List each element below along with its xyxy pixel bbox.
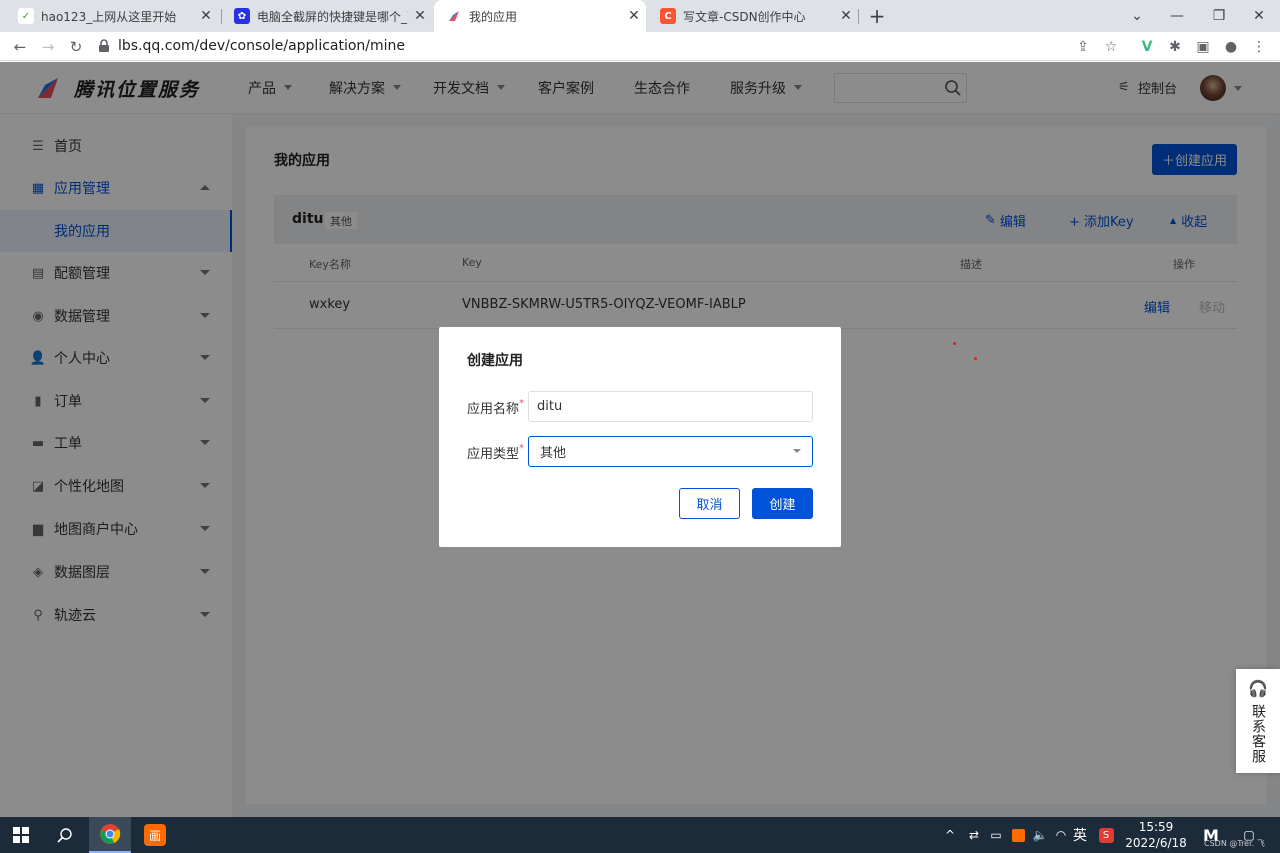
clock[interactable]: 15:59 2022/6/18 bbox=[1124, 819, 1188, 851]
baidu-favicon-icon: ✿ bbox=[234, 8, 250, 24]
app-type-label: 应用类型* bbox=[467, 443, 525, 462]
tray-app-icon[interactable] bbox=[1008, 817, 1028, 853]
csdn-favicon-icon: C bbox=[660, 8, 676, 24]
url-field[interactable]: lbs.qq.com/dev/console/application/mine bbox=[118, 34, 1158, 58]
new-tab-button[interactable]: + bbox=[860, 0, 894, 32]
red-dot-marker bbox=[953, 342, 956, 345]
red-dot-marker bbox=[974, 357, 977, 360]
close-tab-icon[interactable]: ✕ bbox=[408, 8, 432, 24]
browser-tab[interactable]: C 写文章-CSDN创作中心 ✕ bbox=[648, 0, 858, 32]
close-tab-icon[interactable]: ✕ bbox=[194, 8, 218, 24]
app-type-select[interactable]: 其他 bbox=[528, 436, 813, 467]
orange-app-icon: 画 bbox=[144, 824, 166, 846]
close-tab-icon[interactable]: ✕ bbox=[622, 8, 646, 24]
app-name-input[interactable]: ditu bbox=[528, 391, 813, 422]
browser-menu-icon[interactable]: ⋮ bbox=[1246, 32, 1272, 61]
headset-icon: 🎧 bbox=[1248, 679, 1268, 698]
extensions-icon[interactable]: ✱ bbox=[1162, 32, 1188, 61]
support-label: 联系客服 bbox=[1250, 704, 1266, 764]
sogou-logo-icon: S bbox=[1098, 827, 1114, 843]
select-chevron-down-icon[interactable] bbox=[793, 449, 801, 453]
chrome-taskbar-icon[interactable] bbox=[89, 817, 131, 853]
clock-time: 15:59 bbox=[1138, 820, 1174, 834]
close-tab-icon[interactable]: ✕ bbox=[834, 8, 858, 24]
orange-square-icon bbox=[1011, 828, 1025, 842]
create-button[interactable]: 创建 bbox=[752, 488, 813, 519]
vue-devtools-icon[interactable]: V bbox=[1134, 32, 1160, 61]
browser-tab[interactable]: ✿ 电脑全截屏的快捷键是哪个_百度 ✕ bbox=[222, 0, 432, 32]
hao123-favicon-icon: ✓ bbox=[18, 8, 34, 24]
browser-tab[interactable]: ✓ hao123_上网从这里开始 ✕ bbox=[6, 0, 218, 32]
windows-start-icon[interactable] bbox=[0, 817, 42, 853]
tray-volume-icon[interactable]: 🔈 bbox=[1030, 817, 1050, 853]
ime-indicator[interactable]: 英 bbox=[1070, 817, 1090, 853]
tray-wifi-icon[interactable]: ◠ bbox=[1052, 817, 1070, 853]
close-window-icon[interactable]: ✕ bbox=[1236, 0, 1280, 32]
csdn-watermark: CSDN @Trer. 飞 bbox=[1204, 839, 1265, 848]
minimize-icon[interactable]: — bbox=[1154, 0, 1200, 32]
browser-tab-active[interactable]: 我的应用 ✕ bbox=[434, 0, 646, 32]
sogou-ime-icon[interactable]: S bbox=[1096, 817, 1116, 853]
app-name-label: 应用名称* bbox=[467, 398, 525, 417]
bookmark-star-icon[interactable]: ☆ bbox=[1098, 32, 1124, 61]
taskbar-search-icon[interactable] bbox=[44, 817, 86, 853]
support-widget[interactable]: 🎧 联系客服 bbox=[1236, 669, 1280, 773]
tray-expand-icon[interactable]: ^ bbox=[940, 817, 960, 853]
tencent-map-favicon-icon bbox=[446, 8, 462, 24]
profile-icon[interactable]: ● bbox=[1218, 32, 1244, 61]
tray-network-icon[interactable]: ⇄ bbox=[964, 817, 984, 853]
tray-battery-icon[interactable]: ▭ bbox=[986, 817, 1006, 853]
clock-date: 2022/6/18 bbox=[1125, 836, 1187, 850]
forward-icon[interactable]: → bbox=[34, 32, 62, 61]
side-panel-icon[interactable]: ▣ bbox=[1190, 32, 1216, 61]
cancel-button[interactable]: 取消 bbox=[679, 488, 740, 519]
share-icon[interactable]: ⇪ bbox=[1070, 32, 1096, 61]
dialog-title: 创建应用 bbox=[467, 353, 523, 369]
lock-icon bbox=[98, 39, 112, 53]
reload-icon[interactable]: ↻ bbox=[62, 32, 90, 61]
app-taskbar-icon[interactable]: 画 bbox=[134, 817, 176, 853]
back-icon[interactable]: ← bbox=[6, 32, 34, 61]
required-asterisk: * bbox=[519, 398, 525, 409]
required-asterisk: * bbox=[519, 443, 525, 454]
tab-divider bbox=[858, 9, 859, 24]
